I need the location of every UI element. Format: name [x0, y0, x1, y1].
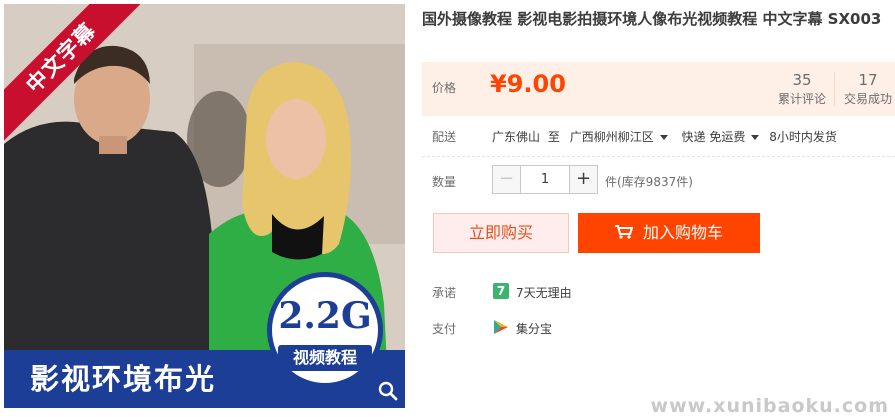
subtitle-ribbon: 中文字幕: [4, 4, 154, 154]
badge-label: 视频教程: [278, 345, 372, 371]
quantity-stepper: − 1 +: [492, 165, 598, 194]
promise-text[interactable]: 7天无理由: [516, 284, 572, 301]
payment-label: 支付: [432, 322, 457, 336]
ribbon-text: 中文字幕: [4, 4, 148, 145]
payment-text[interactable]: 集分宝: [516, 320, 552, 337]
product-page: 中文字幕 影视环境布光 2.2G 视频教程 国外摄像教程 影视电影拍摄环境人像布…: [0, 0, 895, 417]
reviews-label: 累计评论: [777, 92, 826, 106]
chevron-down-icon[interactable]: [751, 135, 760, 140]
sales-label: 交易成功: [843, 92, 892, 106]
price-value: ¥9.00: [490, 70, 566, 98]
promise-label: 承诺: [432, 286, 457, 300]
shipping-row: 广东佛山 至 广西柳州柳江区 快递 免运费 8小时内发货: [492, 128, 837, 145]
shipping-label: 配送: [432, 130, 457, 144]
divider: [422, 156, 895, 157]
quantity-label: 数量: [432, 175, 457, 189]
quantity-increase-button[interactable]: +: [569, 165, 598, 194]
add-to-cart-button[interactable]: 加入购物车: [578, 213, 760, 253]
sales-stat: 17 交易成功: [842, 70, 894, 108]
watermark: www.xunibaoku.com: [650, 395, 889, 417]
image-bottom-title: 影视环境布光: [30, 362, 217, 396]
price-box: 价格 ¥9.00 35 累计评论 17 交易成功: [422, 62, 895, 116]
buy-now-button[interactable]: 立即购买: [433, 213, 569, 253]
reviews-count: 35: [792, 71, 812, 89]
zoom-icon[interactable]: [377, 380, 399, 402]
price-label: 价格: [432, 81, 457, 95]
dispatch-time: 8小时内发货: [769, 130, 837, 144]
quantity-input[interactable]: 1: [521, 165, 569, 194]
shipping-origin: 广东佛山: [492, 130, 541, 144]
reviews-stat[interactable]: 35 累计评论: [774, 70, 830, 108]
size-badge: 2.2G 视频教程: [267, 272, 383, 388]
stock-text: 件(库存9837件): [605, 175, 693, 189]
shipping-method-select[interactable]: 快递 免运费: [682, 128, 746, 145]
product-main-image[interactable]: 中文字幕 影视环境布光 2.2G 视频教程: [4, 4, 405, 408]
cart-icon: [614, 225, 633, 239]
badge-size: 2.2G: [278, 295, 372, 337]
quantity-decrease-button[interactable]: −: [492, 165, 521, 194]
chevron-down-icon[interactable]: [659, 135, 668, 140]
add-to-cart-label: 加入购物车: [642, 223, 723, 242]
jifenbao-icon: [494, 320, 508, 334]
shipping-to: 至: [547, 130, 560, 144]
shipping-destination-select[interactable]: 广西柳州柳江区: [570, 128, 654, 145]
stat-divider: [834, 72, 835, 106]
seven-day-return-icon: 7: [493, 283, 509, 299]
sales-count: 17: [858, 71, 878, 89]
product-title: 国外摄像教程 影视电影拍摄环境人像布光视频教程 中文字幕 SX003: [422, 10, 882, 28]
